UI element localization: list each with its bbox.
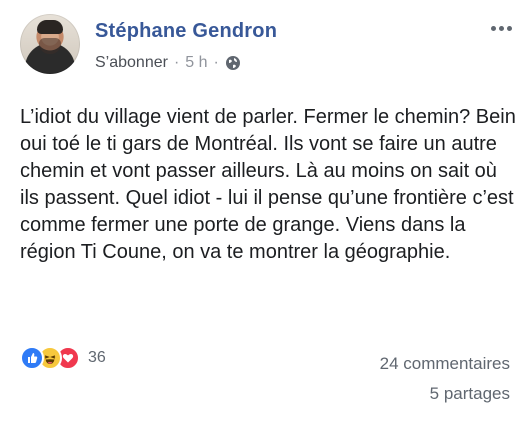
more-options-icon[interactable] <box>491 26 512 31</box>
avatar-beard <box>39 38 61 54</box>
meta-separator: · <box>173 54 180 71</box>
avatar-hair <box>37 20 63 34</box>
reaction-count[interactable]: 36 <box>88 349 106 367</box>
reactions-summary[interactable]: 36 <box>20 346 106 370</box>
shares-count-link[interactable]: 5 partages <box>430 384 510 404</box>
meta-separator: · <box>213 54 219 71</box>
globe-icon <box>225 55 241 71</box>
like-icon <box>20 346 44 370</box>
subscribe-link[interactable]: S’abonner <box>95 54 168 72</box>
post-meta: S’abonner · 5 h · <box>95 54 241 72</box>
post-time[interactable]: 5 h <box>185 54 207 72</box>
post-body: L’idiot du village vient de parler. Ferm… <box>20 106 516 263</box>
comments-count-link[interactable]: 24 commentaires <box>380 354 510 374</box>
author-name[interactable]: Stéphane Gendron <box>95 20 277 43</box>
author-avatar[interactable] <box>20 14 80 74</box>
